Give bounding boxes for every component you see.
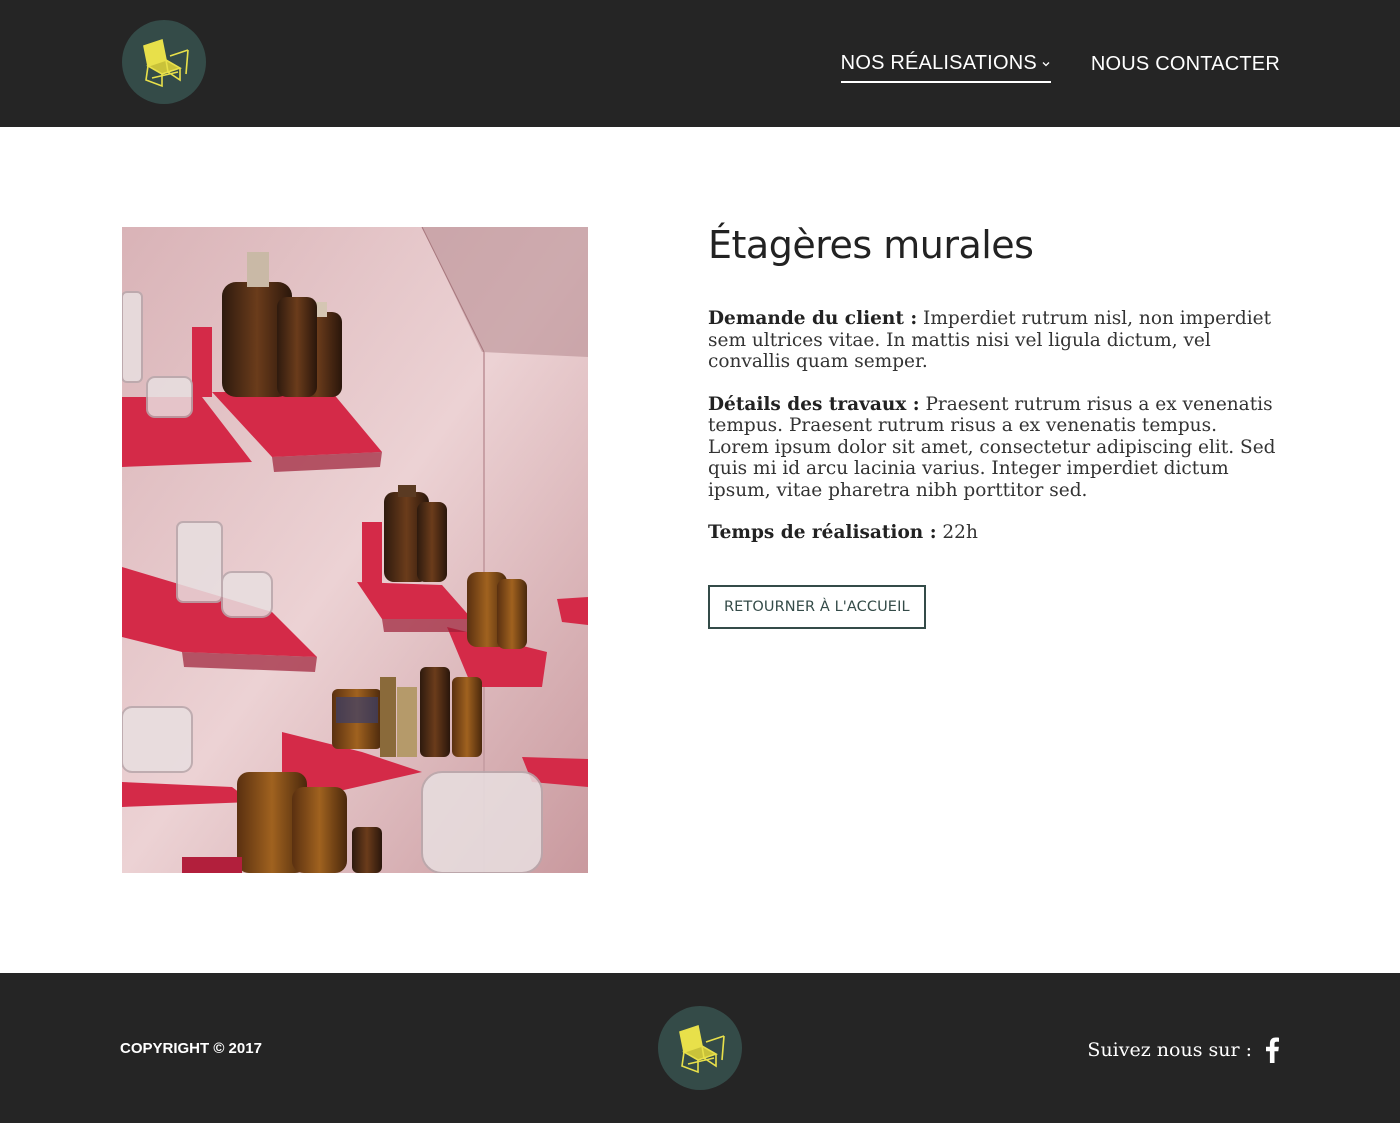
nav-item-contact[interactable]: NOUS CONTACTER — [1091, 53, 1280, 82]
shelves-photo-image — [122, 227, 588, 873]
project-photo — [122, 227, 588, 873]
site-logo[interactable] — [122, 20, 206, 104]
back-home-button[interactable]: RETOURNER À L'ACCUEIL — [708, 584, 926, 629]
work-details-paragraph: Détails des travaux : Praesent rutrum ri… — [708, 394, 1278, 502]
chair-logo-icon — [679, 1024, 725, 1074]
page-title: Étagères murales — [708, 223, 1034, 267]
nav-item-realisations[interactable]: NOS RÉALISATIONS — [840, 52, 1051, 83]
duration-value: 22h — [936, 522, 978, 543]
nav-item-label: NOS RÉALISATIONS — [840, 52, 1037, 74]
chair-logo-icon — [143, 38, 189, 88]
client-request-paragraph: Demande du client : Imperdiet rutrum nis… — [708, 308, 1278, 373]
site-footer: COPYRIGHT © 2017 Suivez nous sur : — [0, 973, 1400, 1123]
work-details-label: Détails des travaux : — [708, 393, 920, 415]
site-header: NOS RÉALISATIONS NOUS CONTACTER — [0, 0, 1400, 127]
chevron-down-icon — [1042, 61, 1050, 66]
copyright-text: COPYRIGHT © 2017 — [120, 1040, 262, 1057]
nav-item-label: NOUS CONTACTER — [1090, 53, 1280, 75]
project-details: Étagères murales Demande du client : Imp… — [708, 222, 1278, 629]
follow-label: Suivez nous sur : — [1087, 1039, 1252, 1061]
client-request-label: Demande du client : — [708, 308, 918, 329]
main-nav: NOS RÉALISATIONS NOUS CONTACTER — [840, 52, 1280, 83]
duration-label: Temps de réalisation : — [708, 522, 937, 543]
facebook-icon[interactable] — [1264, 1037, 1280, 1063]
social-follow: Suivez nous sur : — [1087, 1037, 1280, 1063]
duration-paragraph: Temps de réalisation : 22h — [708, 522, 1278, 544]
footer-logo[interactable] — [658, 1006, 742, 1090]
